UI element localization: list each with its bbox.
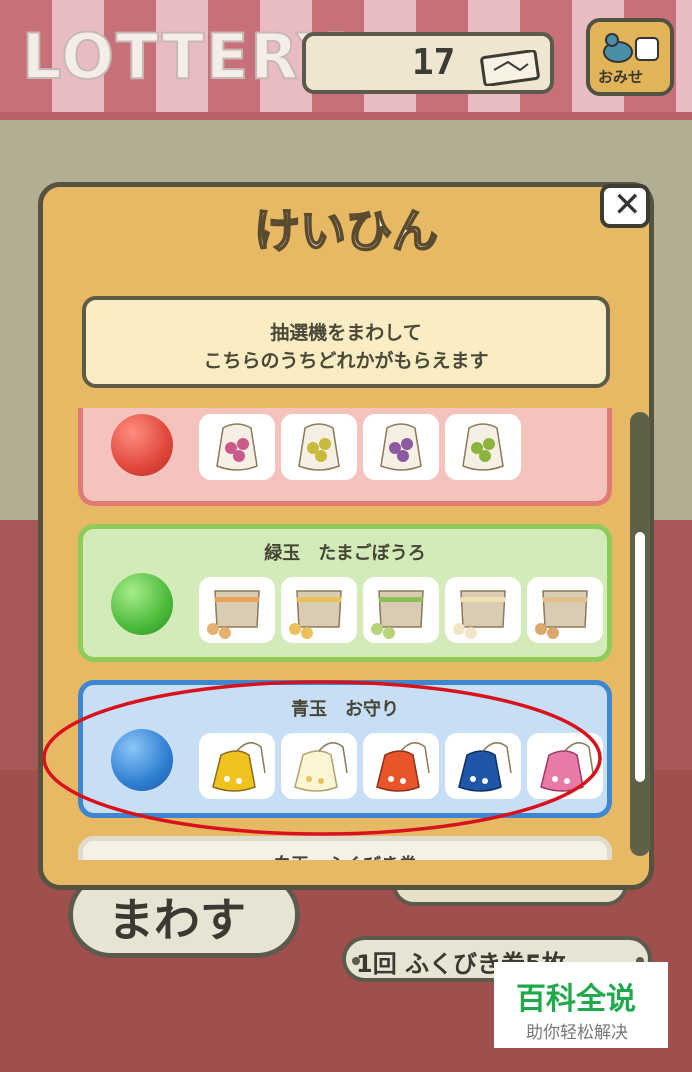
prize-card-red [78, 408, 612, 506]
close-icon: ✕ [613, 185, 642, 225]
green-ball-icon [111, 573, 173, 635]
awning-edge [0, 112, 692, 120]
prize-item-icon [199, 577, 275, 643]
prize-item-icon [445, 577, 521, 643]
close-button[interactable]: ✕ [600, 184, 650, 228]
spin-label: まわす [108, 893, 246, 947]
shop-bag-icon [603, 33, 659, 63]
prize-item-icon [199, 414, 275, 480]
prize-name: 緑玉 たまごぼうろ [264, 543, 426, 564]
modal-title: けいひん [253, 204, 439, 258]
ticket-icon [480, 50, 540, 86]
watermark-subtitle: 助你轻松解决 [526, 1023, 628, 1043]
prize-item-icon [527, 577, 603, 643]
prize-item-icon [281, 577, 357, 643]
prize-name: 白玉 ふくびき券 [83, 851, 607, 860]
scrollbar-thumb[interactable] [635, 532, 645, 782]
prize-card-green: 緑玉 たまごぼうろ [78, 524, 612, 662]
watermark-title: 百科全说 [516, 982, 636, 1017]
info-line-1: 抽選機をまわして [270, 322, 422, 344]
prize-item-icon [363, 577, 439, 643]
info-line-2: こちらのうちどれかがもらえます [203, 350, 489, 372]
screen-title: LOTTERY [21, 20, 344, 93]
prize-item-icon [363, 414, 439, 480]
highlight-ellipse [42, 680, 602, 836]
ticket-count: 17 [412, 42, 456, 83]
red-ball-icon [111, 414, 173, 476]
shop-label: おみせ [598, 68, 644, 86]
prize-item-icon [445, 414, 521, 480]
prize-item-icon [281, 414, 357, 480]
